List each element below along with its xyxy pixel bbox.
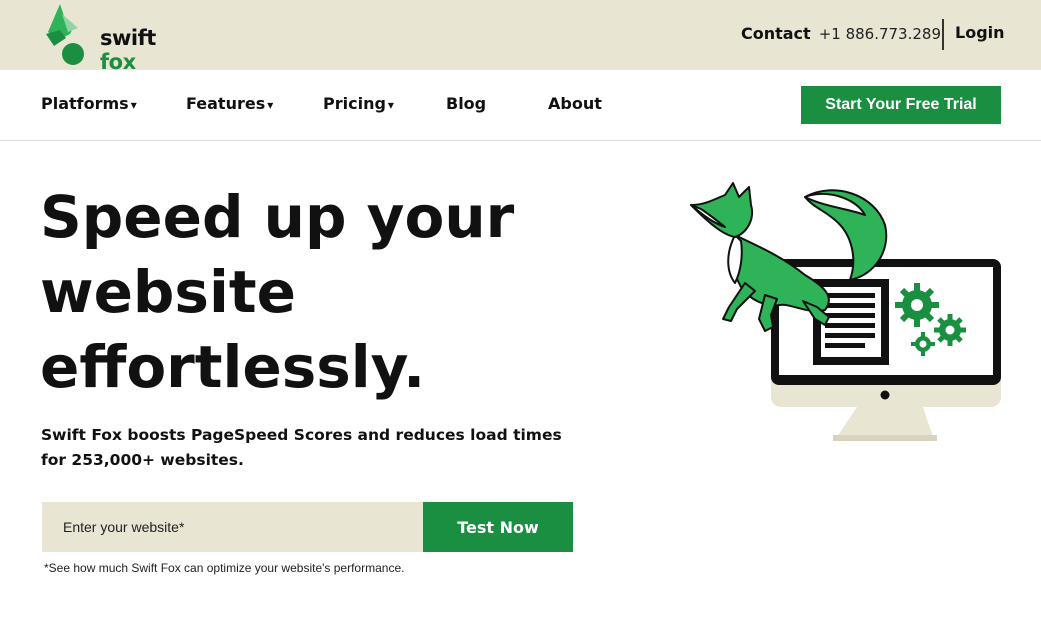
brand-wordmark: swift fox bbox=[100, 26, 180, 74]
main-nav: Platforms ▾ Features ▾ Pricing ▾ Blog About… bbox=[0, 70, 1041, 141]
login-link[interactable]: Login bbox=[955, 23, 1005, 42]
nav-item-blog[interactable]: Blog bbox=[446, 94, 486, 113]
nav-item-about[interactable]: About bbox=[548, 94, 602, 113]
contact-phone[interactable]: +1 886.773.289 bbox=[819, 25, 941, 43]
nav-item-label: Platforms bbox=[41, 94, 129, 113]
hero-subtitle-line: Swift Fox boosts PageSpeed Scores and re… bbox=[41, 426, 562, 444]
start-free-trial-button[interactable]: Start Your Free Trial bbox=[801, 86, 1001, 124]
monitor-stand bbox=[837, 407, 933, 437]
test-now-button[interactable]: Test Now bbox=[423, 502, 573, 552]
hero-subtitle-line: for 253,000+ websites. bbox=[41, 451, 244, 469]
nav-item-platforms[interactable]: Platforms ▾ bbox=[41, 94, 137, 113]
chevron-down-icon: ▾ bbox=[387, 98, 394, 112]
contact-block: Contact +1 886.773.289 bbox=[741, 24, 941, 43]
nav-item-label: About bbox=[548, 94, 602, 113]
nav-item-features[interactable]: Features ▾ bbox=[186, 94, 273, 113]
brand-logo[interactable]: swift fox bbox=[40, 4, 180, 74]
nav-item-label: Blog bbox=[446, 94, 487, 113]
nav-item-label: Features bbox=[186, 94, 266, 113]
hero-title: Speed up your website effortlessly. bbox=[40, 180, 560, 405]
hero-title-line: website bbox=[40, 258, 296, 326]
chevron-down-icon: ▾ bbox=[267, 98, 274, 112]
hero-illustration bbox=[685, 175, 1015, 450]
website-test-form: Test Now bbox=[42, 502, 573, 552]
contact-label[interactable]: Contact bbox=[741, 24, 811, 43]
nav-item-label: Pricing bbox=[323, 94, 386, 113]
form-footnote: *See how much Swift Fox can optimize you… bbox=[44, 561, 405, 575]
nav-item-pricing[interactable]: Pricing ▾ bbox=[323, 94, 394, 113]
topbar-divider bbox=[942, 19, 944, 50]
hero-subtitle: Swift Fox boosts PageSpeed Scores and re… bbox=[41, 423, 562, 473]
fox-monitor-illustration bbox=[690, 182, 1001, 441]
chevron-down-icon: ▾ bbox=[130, 98, 137, 112]
website-url-input[interactable] bbox=[42, 502, 423, 552]
hero-title-line: Speed up your bbox=[40, 183, 515, 251]
top-bar: swift fox Contact +1 886.773.289 Login bbox=[0, 0, 1041, 74]
hero-title-line: effortlessly. bbox=[40, 333, 426, 401]
brand-name-part1: swift bbox=[100, 26, 156, 50]
